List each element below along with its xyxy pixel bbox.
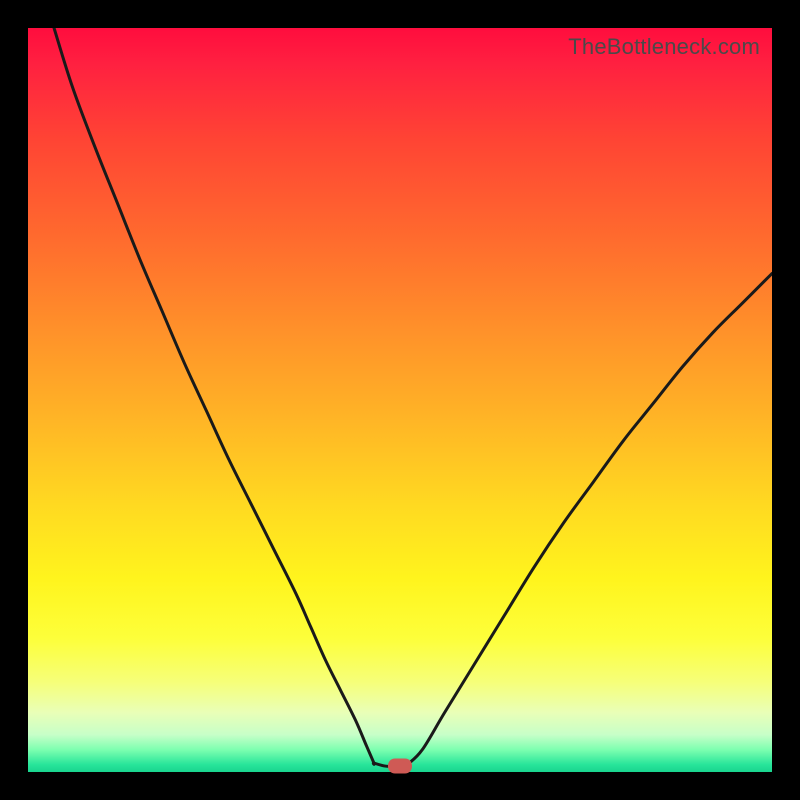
bottleneck-curve	[28, 28, 772, 772]
curve-path	[54, 28, 772, 766]
watermark-text: TheBottleneck.com	[568, 34, 760, 60]
optimal-point-marker	[388, 759, 412, 774]
plot-area: TheBottleneck.com	[28, 28, 772, 772]
chart-frame: TheBottleneck.com	[0, 0, 800, 800]
